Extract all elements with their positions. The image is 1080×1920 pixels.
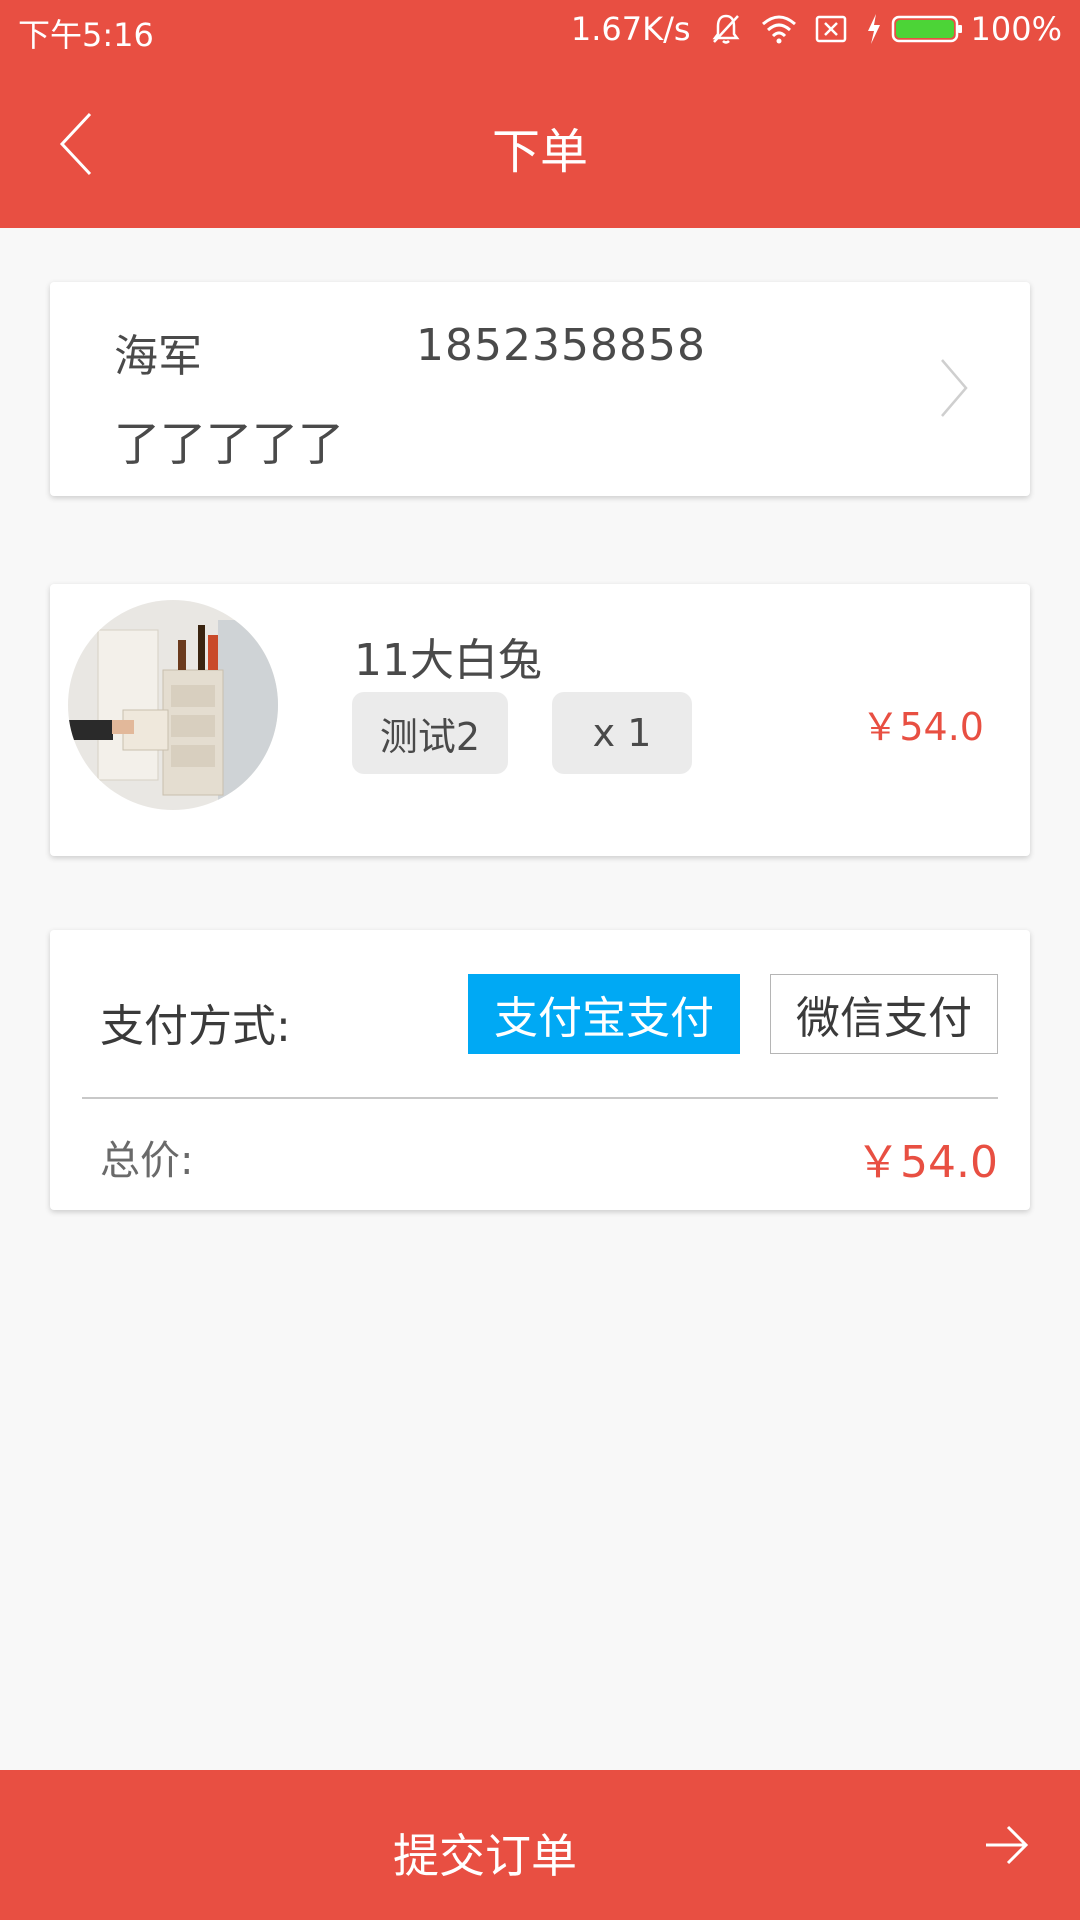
- wifi-icon: [761, 14, 797, 44]
- page-title: 下单: [491, 124, 588, 180]
- charging-icon: [867, 14, 880, 44]
- status-bar: 下午5:16 1.67K/s 100%: [0, 0, 1080, 60]
- total-price-label: 总价:: [100, 1138, 194, 1184]
- product-price: ￥54.0: [861, 705, 984, 749]
- payment-method-label: 支付方式:: [100, 1001, 291, 1052]
- wechat-pay-button[interactable]: 微信支付: [770, 974, 998, 1054]
- chevron-right-icon: [941, 359, 968, 417]
- recipient-address: 了了了了了: [114, 417, 344, 471]
- product-name: 11大白兔: [354, 635, 542, 686]
- submit-order-label: 提交订单: [393, 1829, 577, 1883]
- order-item-card: 11大白兔 测试2 x 1 ￥54.0: [50, 584, 1030, 856]
- arrow-right-icon: [986, 1825, 1029, 1865]
- app-header: 下午5:16 1.67K/s 100% 下单: [0, 0, 1080, 228]
- status-time: 下午5:16: [18, 16, 154, 54]
- battery-icon: [891, 15, 962, 43]
- no-sim-icon: [815, 14, 847, 44]
- battery-percent: 100%: [970, 10, 1062, 48]
- total-price-value: ￥54.0: [856, 1137, 998, 1188]
- product-quantity-chip: x 1: [552, 692, 692, 774]
- product-spec-chip: 测试2: [352, 692, 508, 774]
- status-icons: 1.67K/s 100%: [571, 10, 1062, 48]
- recipient-phone: 1852358858: [416, 320, 706, 371]
- battery-indicator: 100%: [865, 10, 1062, 48]
- product-image: [68, 600, 278, 810]
- payment-card: 支付方式: 支付宝支付 微信支付 总价: ￥54.0: [50, 930, 1030, 1210]
- mute-bell-icon: [709, 12, 743, 46]
- divider: [82, 1097, 998, 1099]
- address-card[interactable]: 海军 1852358858 了了了了了: [50, 282, 1030, 496]
- submit-order-button[interactable]: 提交订单: [0, 1770, 1080, 1920]
- alipay-button[interactable]: 支付宝支付: [468, 974, 740, 1054]
- order-screen: 下午5:16 1.67K/s 100% 下单 海军 1852358858 了了了…: [0, 0, 1080, 1920]
- network-speed: 1.67K/s: [570, 10, 691, 48]
- recipient-name: 海军: [114, 331, 202, 382]
